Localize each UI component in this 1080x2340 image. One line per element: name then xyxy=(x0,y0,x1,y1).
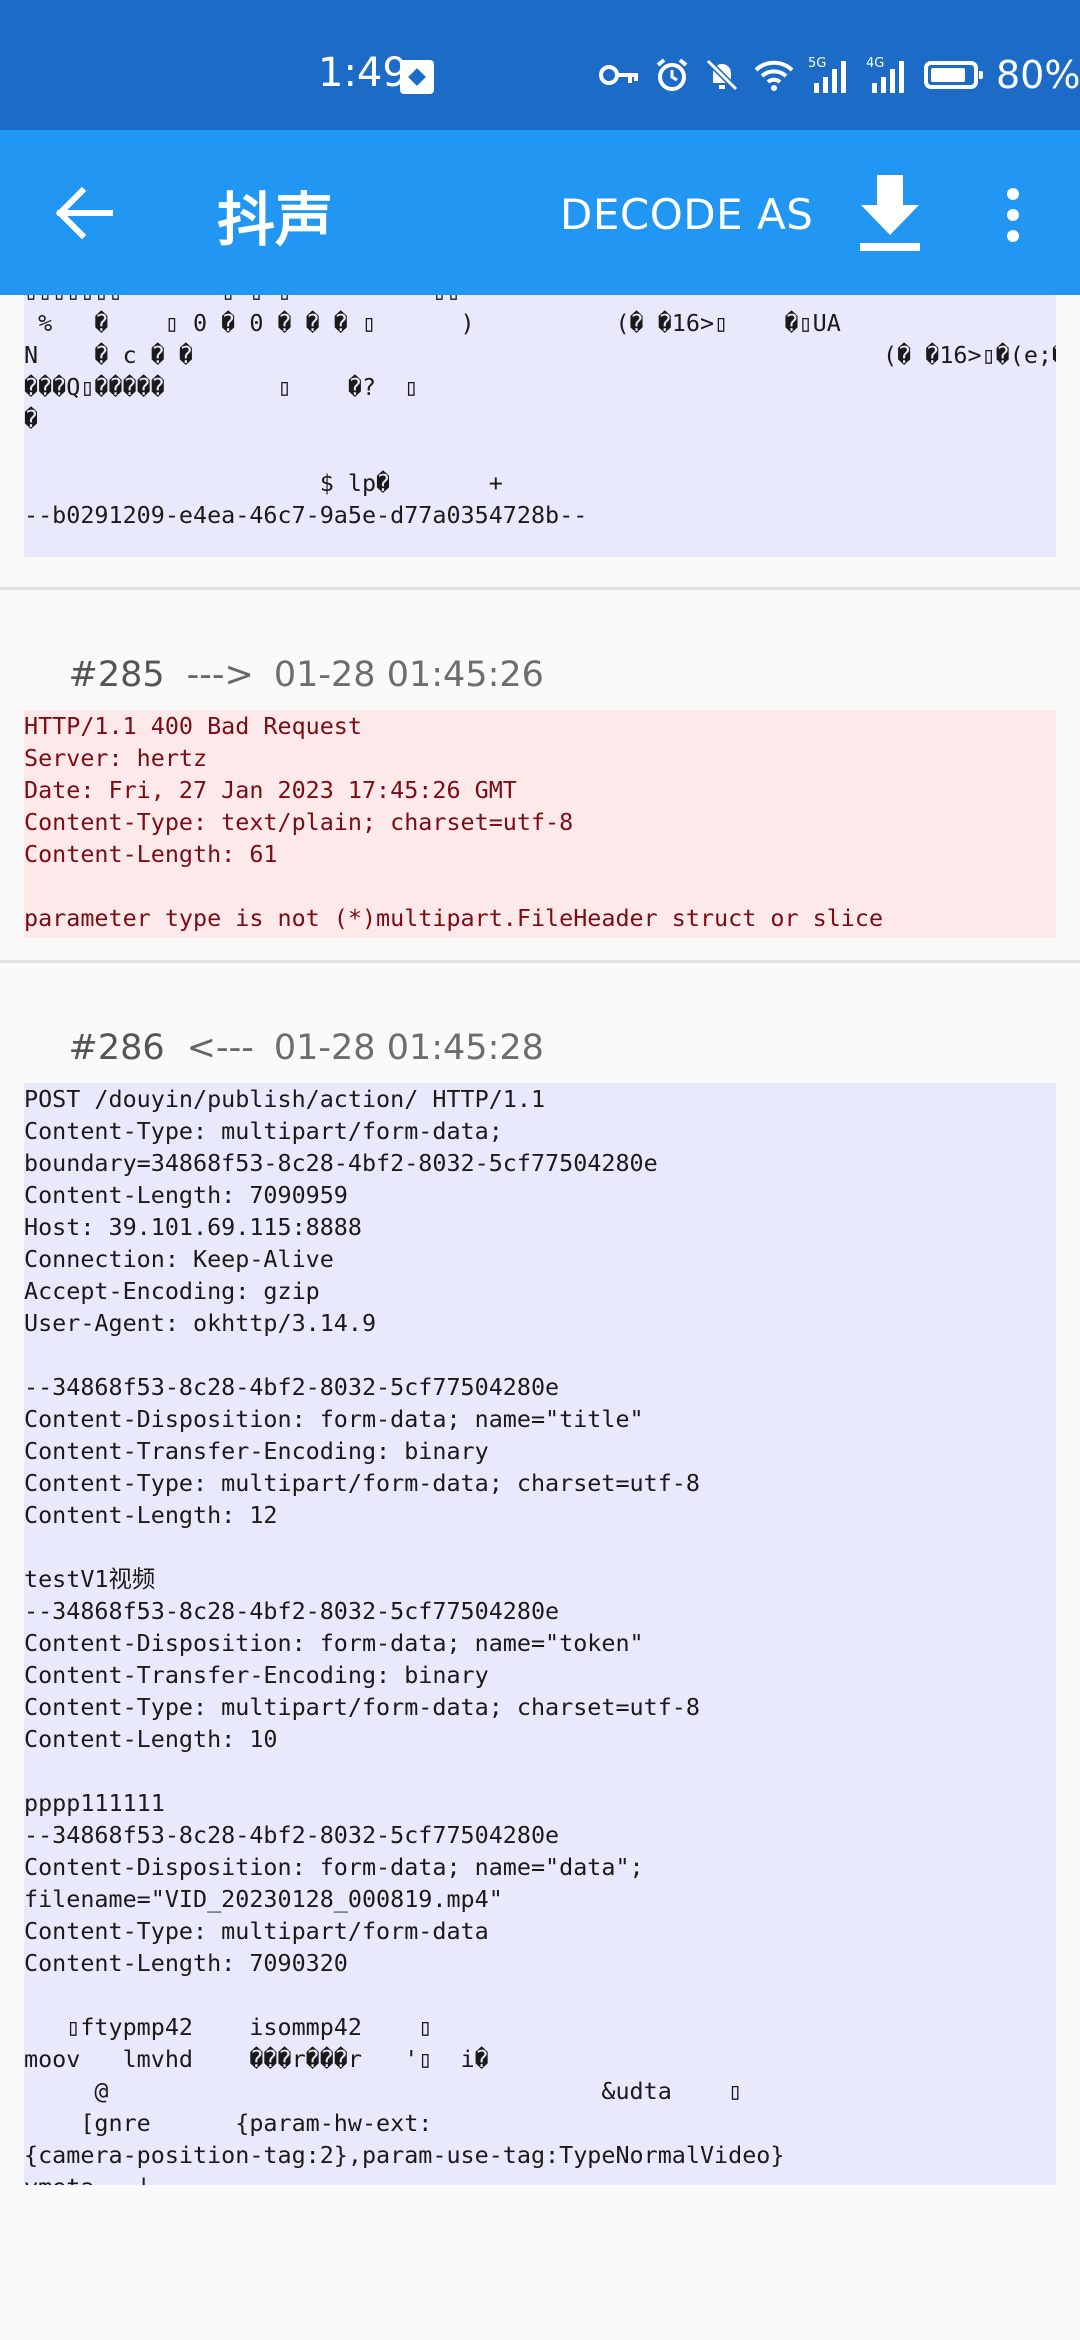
signal-4g-icon: 4G xyxy=(866,55,910,95)
entry-timestamp: 01-28 01:45:26 xyxy=(273,655,544,695)
arrow-back-icon xyxy=(55,186,113,240)
back-button[interactable] xyxy=(50,178,120,248)
entry-direction: ---> xyxy=(186,655,254,695)
response-body-285: HTTP/1.1 400 Bad Request Server: hertz D… xyxy=(24,710,1056,938)
entry-timestamp: 01-28 01:45:28 xyxy=(273,1028,544,1068)
signal-5g-icon: 5G xyxy=(808,55,852,95)
entry-divider xyxy=(0,587,1080,590)
svg-text:5G: 5G xyxy=(808,56,826,71)
download-button[interactable] xyxy=(855,175,925,255)
battery-icon xyxy=(924,61,983,89)
download-icon xyxy=(860,175,920,251)
status-time: 1:49 xyxy=(318,50,408,96)
status-icons: 5G 4G 80% xyxy=(598,50,1080,100)
app-bar: 抖声 DECODE AS xyxy=(0,130,1080,295)
traffic-list[interactable]: ▯▯▯▯▯▯▯ ▯ ▯ ▯ ▯▯ % � ▯ 0 � 0 � � � ▯ ) (… xyxy=(0,295,1080,2340)
decode-as-button[interactable]: DECODE AS xyxy=(560,190,813,239)
bell-off-icon xyxy=(704,57,740,93)
app-notification-icon xyxy=(400,60,434,94)
request-body-286: POST /douyin/publish/action/ HTTP/1.1 Co… xyxy=(24,1083,1056,2185)
more-options-button[interactable] xyxy=(998,185,1028,245)
alarm-icon xyxy=(654,57,690,93)
key-icon xyxy=(598,60,640,90)
entry-divider xyxy=(0,960,1080,963)
battery-percent: 80% xyxy=(996,53,1080,97)
entry-direction: <--- xyxy=(186,1028,254,1068)
app-title: 抖声 xyxy=(217,186,334,254)
entry-number: #285 xyxy=(68,655,165,695)
svg-text:4G: 4G xyxy=(866,56,884,71)
request-body-prev: ▯▯▯▯▯▯▯ ▯ ▯ ▯ ▯▯ % � ▯ 0 � 0 � � � ▯ ) (… xyxy=(24,295,1056,557)
wifi-icon xyxy=(754,58,794,92)
entry-number: #286 xyxy=(68,1028,165,1068)
more-vert-icon xyxy=(1007,188,1019,242)
status-bar: 1:49 5G 4G 80% xyxy=(0,0,1080,130)
